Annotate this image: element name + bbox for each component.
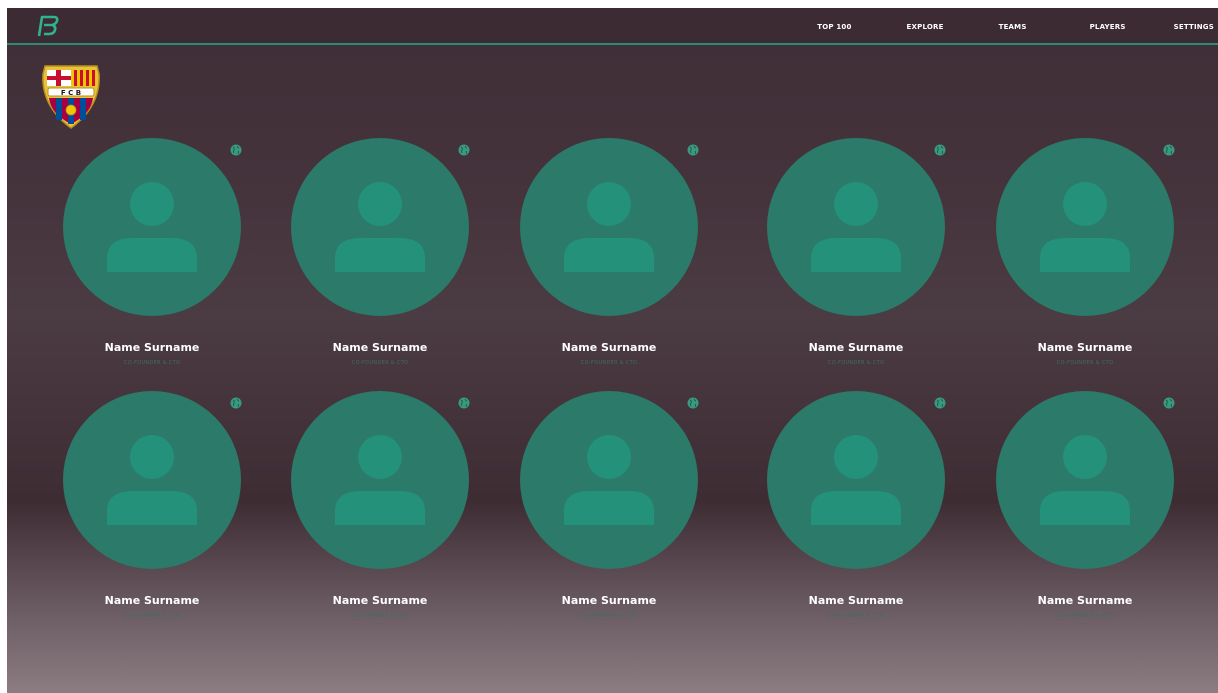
player-card[interactable]: Name Surname CO-FOUNDER & CTO (265, 261, 495, 619)
player-card[interactable]: Name Surname CO-FOUNDER & CTO (494, 261, 724, 619)
app-window: TOP 100 EXPLORE TEAMS PLAYERS SETTINGS F… (7, 8, 1218, 693)
player-role: CO-FOUNDER & CTO (351, 613, 409, 619)
avatar-placeholder-icon[interactable] (520, 391, 698, 569)
avatar-placeholder-icon[interactable] (767, 391, 945, 569)
player-name[interactable]: Name Surname (741, 594, 971, 607)
player-card[interactable]: Name Surname CO-FOUNDER & CTO (970, 8, 1200, 366)
player-card[interactable]: Name Surname CO-FOUNDER & CTO (265, 8, 495, 366)
player-role: CO-FOUNDER & CTO (580, 613, 638, 619)
player-role: CO-FOUNDER & CTO (123, 613, 181, 619)
player-role: CO-FOUNDER & CTO (1056, 613, 1114, 619)
player-name[interactable]: Name Surname (494, 594, 724, 607)
avatar-placeholder-icon[interactable] (291, 391, 469, 569)
player-card[interactable]: Name Surname CO-FOUNDER & CTO (741, 261, 971, 619)
player-name[interactable]: Name Surname (265, 594, 495, 607)
player-grid: Name Surname CO-FOUNDER & CTO Name Surname… (7, 8, 1218, 693)
player-card[interactable]: Name Surname CO-FOUNDER & CTO (494, 8, 724, 366)
player-role: CO-FOUNDER & CTO (827, 613, 885, 619)
player-card[interactable]: Name Surname CO-FOUNDER & CTO (37, 8, 267, 366)
avatar-placeholder-icon[interactable] (996, 391, 1174, 569)
player-name[interactable]: Name Surname (37, 594, 267, 607)
player-card[interactable]: Name Surname CO-FOUNDER & CTO (37, 261, 267, 619)
player-card[interactable]: Name Surname CO-FOUNDER & CTO (741, 8, 971, 366)
player-card[interactable]: Name Surname CO-FOUNDER & CTO (970, 261, 1200, 619)
avatar-placeholder-icon[interactable] (63, 391, 241, 569)
player-name[interactable]: Name Surname (970, 594, 1200, 607)
